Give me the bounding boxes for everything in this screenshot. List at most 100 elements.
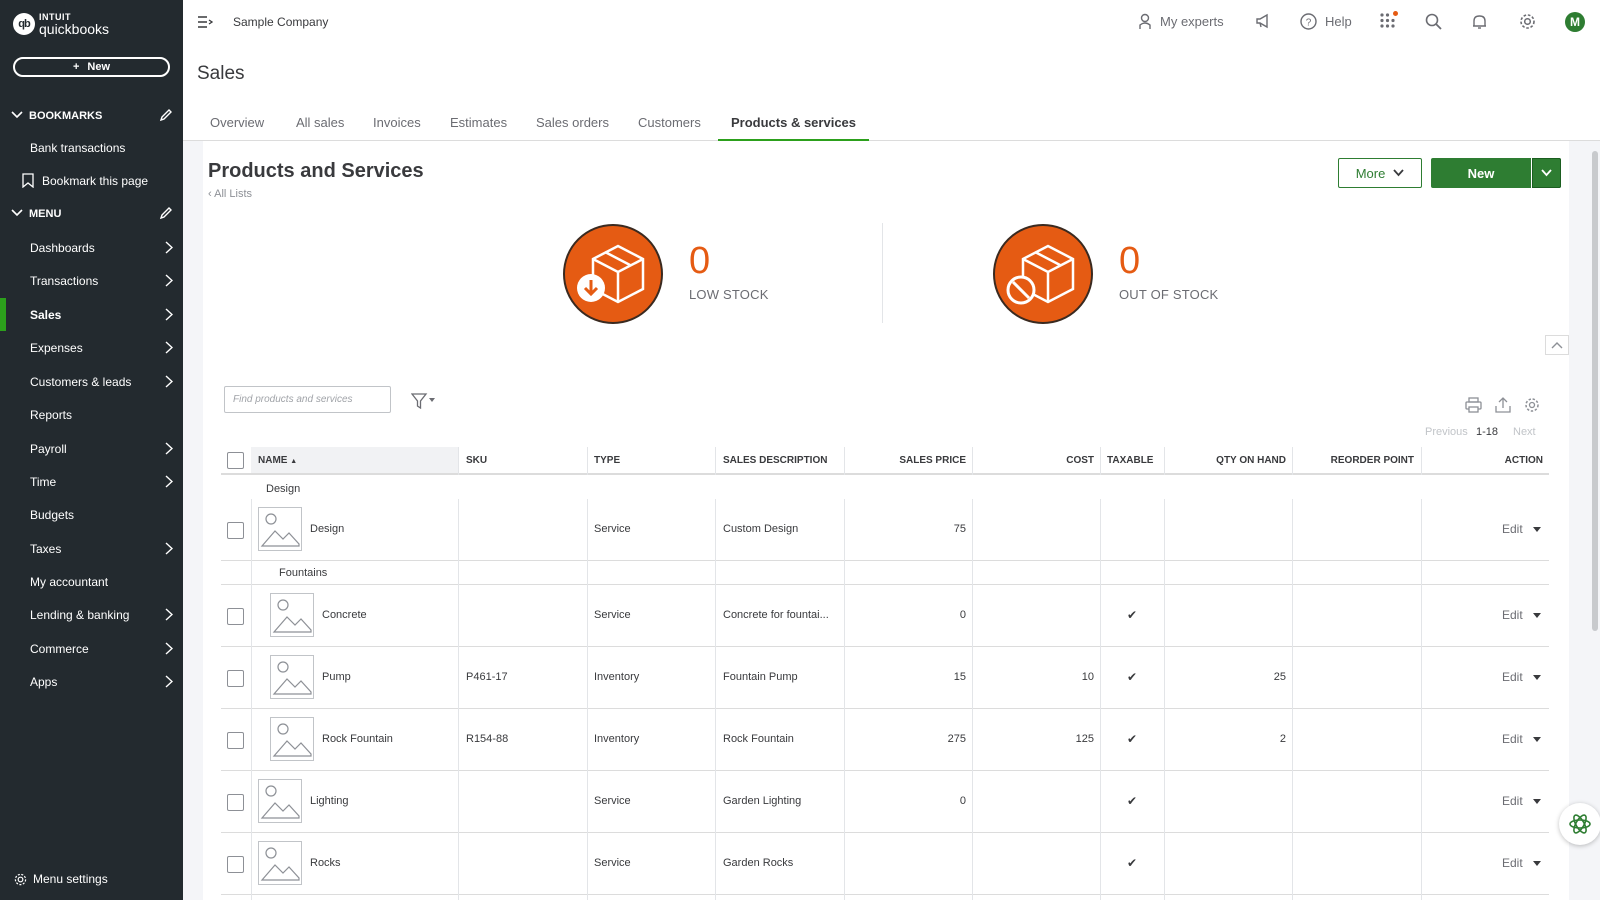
edit-action[interactable]: Edit: [1502, 670, 1541, 684]
low-stock-widget[interactable]: [563, 224, 663, 324]
more-button[interactable]: More: [1338, 158, 1422, 188]
out-of-stock-widget[interactable]: [993, 224, 1093, 324]
column-header-sku[interactable]: SKU: [466, 455, 487, 466]
sidebar-item-customers-leads[interactable]: Customers & leads: [0, 365, 183, 398]
tab-overview[interactable]: Overview: [210, 115, 264, 139]
pager-next[interactable]: Next: [1513, 426, 1536, 438]
edit-action[interactable]: Edit: [1502, 732, 1541, 746]
product-image-placeholder[interactable]: [258, 507, 302, 551]
search-button[interactable]: [1425, 13, 1442, 30]
tab-products-services[interactable]: Products & services: [718, 115, 870, 142]
export-button[interactable]: [1495, 397, 1511, 418]
sidebar-item-commerce[interactable]: Commerce: [0, 632, 183, 665]
sidebar-item-bank-transactions[interactable]: Bank transactions: [0, 131, 183, 164]
product-image-placeholder[interactable]: [270, 655, 314, 699]
row-checkbox[interactable]: [227, 522, 244, 539]
row-checkbox[interactable]: [227, 670, 244, 687]
table-row[interactable]: Lighting Service Garden Lighting 0 ✔ Edi…: [221, 771, 1549, 833]
sidebar-item-budgets[interactable]: Budgets: [0, 498, 183, 531]
tab-estimates[interactable]: Estimates: [450, 115, 507, 139]
tab-all-sales[interactable]: All sales: [296, 115, 344, 139]
pencil-icon[interactable]: [159, 206, 173, 220]
edit-action[interactable]: Edit: [1502, 522, 1541, 536]
row-checkbox[interactable]: [227, 732, 244, 749]
help-button[interactable]: ? Help: [1300, 13, 1352, 30]
sidebar-item-transactions[interactable]: Transactions: [0, 264, 183, 297]
sidebar-item-apps[interactable]: Apps: [0, 665, 183, 698]
table-row[interactable]: Rock Fountain R154-88 Inventory Rock Fou…: [221, 709, 1549, 771]
sidebar-item-lending-banking[interactable]: Lending & banking: [0, 598, 183, 631]
table-row[interactable]: Rocks Service Garden Rocks ✔ Edit: [221, 833, 1549, 895]
column-header-type[interactable]: TYPE: [594, 455, 620, 466]
sidebar-new-button[interactable]: + New: [13, 57, 170, 77]
collapse-widgets-button[interactable]: [1545, 335, 1569, 355]
table-settings-button[interactable]: [1524, 397, 1540, 418]
sidebar-item-time[interactable]: Time: [0, 465, 183, 498]
edit-action[interactable]: Edit: [1502, 794, 1541, 808]
tab-invoices[interactable]: Invoices: [373, 115, 421, 139]
new-dropdown-button[interactable]: [1532, 158, 1561, 188]
pencil-icon[interactable]: [159, 108, 173, 122]
caret-down-icon[interactable]: [1532, 674, 1541, 680]
caret-down-icon[interactable]: [1532, 860, 1541, 866]
menu-header[interactable]: MENU: [0, 204, 183, 224]
tab-sales-orders[interactable]: Sales orders: [536, 115, 609, 139]
caret-down-icon[interactable]: [1532, 526, 1541, 532]
edit-action[interactable]: Edit: [1502, 608, 1541, 622]
table-row[interactable]: Pump P461-17 Inventory Fountain Pump 15 …: [221, 647, 1549, 709]
column-header-cost[interactable]: COST: [971, 455, 1094, 466]
column-header-reorder-point[interactable]: REORDER POINT: [1291, 455, 1414, 466]
menu-settings-button[interactable]: Menu settings: [14, 872, 108, 886]
box-blocked-icon: [1006, 244, 1075, 305]
quickbooks-logo[interactable]: qb INTUIT quickbooks: [13, 12, 109, 36]
row-checkbox[interactable]: [227, 608, 244, 625]
sidebar-item-taxes[interactable]: Taxes: [0, 532, 183, 565]
table-row[interactable]: Concrete Service Concrete for fountai...…: [221, 585, 1549, 647]
caret-down-icon[interactable]: [1532, 612, 1541, 618]
scrollbar-thumb[interactable]: [1592, 151, 1598, 631]
caret-down-icon[interactable]: [1532, 736, 1541, 742]
company-name[interactable]: Sample Company: [233, 15, 328, 29]
column-header-sales-price[interactable]: SALES PRICE: [846, 455, 966, 466]
my-experts-button[interactable]: My experts: [1138, 13, 1224, 30]
column-header-qty-on-hand[interactable]: QTY ON HAND: [1166, 455, 1286, 466]
assistant-button[interactable]: [1559, 803, 1600, 845]
pager-previous[interactable]: Previous: [1425, 426, 1468, 438]
sidebar-item-payroll[interactable]: Payroll: [0, 432, 183, 465]
product-image-placeholder[interactable]: [270, 593, 314, 637]
edit-action[interactable]: Edit: [1502, 856, 1541, 870]
product-image-placeholder[interactable]: [258, 841, 302, 885]
column-header-name[interactable]: NAME ▲: [258, 455, 297, 466]
low-stock-count[interactable]: 0: [689, 240, 710, 283]
sidebar-item-expenses[interactable]: Expenses: [0, 331, 183, 364]
sidebar-item-bookmark-this-page[interactable]: Bookmark this page: [0, 164, 183, 197]
announcements-button[interactable]: [1255, 13, 1271, 29]
out-of-stock-count[interactable]: 0: [1119, 240, 1140, 283]
row-checkbox[interactable]: [227, 794, 244, 811]
column-header-taxable[interactable]: TAXABLE: [1107, 455, 1153, 466]
sidebar-item-dashboards[interactable]: Dashboards: [0, 231, 183, 264]
column-header-sales-description[interactable]: SALES DESCRIPTION: [723, 455, 827, 466]
page-scrollbar[interactable]: [1590, 141, 1600, 900]
new-product-button[interactable]: New: [1431, 158, 1531, 188]
sidebar-item-reports[interactable]: Reports: [0, 398, 183, 431]
apps-grid-button[interactable]: [1380, 11, 1398, 31]
product-image-placeholder[interactable]: [258, 779, 302, 823]
product-image-placeholder[interactable]: [270, 717, 314, 761]
caret-down-icon[interactable]: [1532, 798, 1541, 804]
settings-button[interactable]: [1519, 13, 1536, 30]
row-checkbox[interactable]: [227, 856, 244, 873]
filter-button[interactable]: [410, 393, 437, 414]
tab-customers[interactable]: Customers: [638, 115, 701, 139]
all-lists-link[interactable]: ‹ All Lists: [208, 188, 252, 200]
select-all-checkbox[interactable]: [227, 452, 244, 469]
print-button[interactable]: [1465, 397, 1482, 418]
sidebar-item-sales[interactable]: Sales: [0, 298, 183, 331]
table-row[interactable]: Design Service Custom Design 75 Edit: [221, 499, 1549, 561]
user-avatar[interactable]: M: [1565, 12, 1585, 32]
bookmarks-header[interactable]: BOOKMARKS: [0, 106, 183, 126]
sidebar-item-my-accountant[interactable]: My accountant: [0, 565, 183, 598]
collapse-menu-icon[interactable]: [197, 15, 213, 29]
notifications-button[interactable]: [1472, 13, 1487, 30]
search-input[interactable]: Find products and services: [224, 386, 391, 413]
